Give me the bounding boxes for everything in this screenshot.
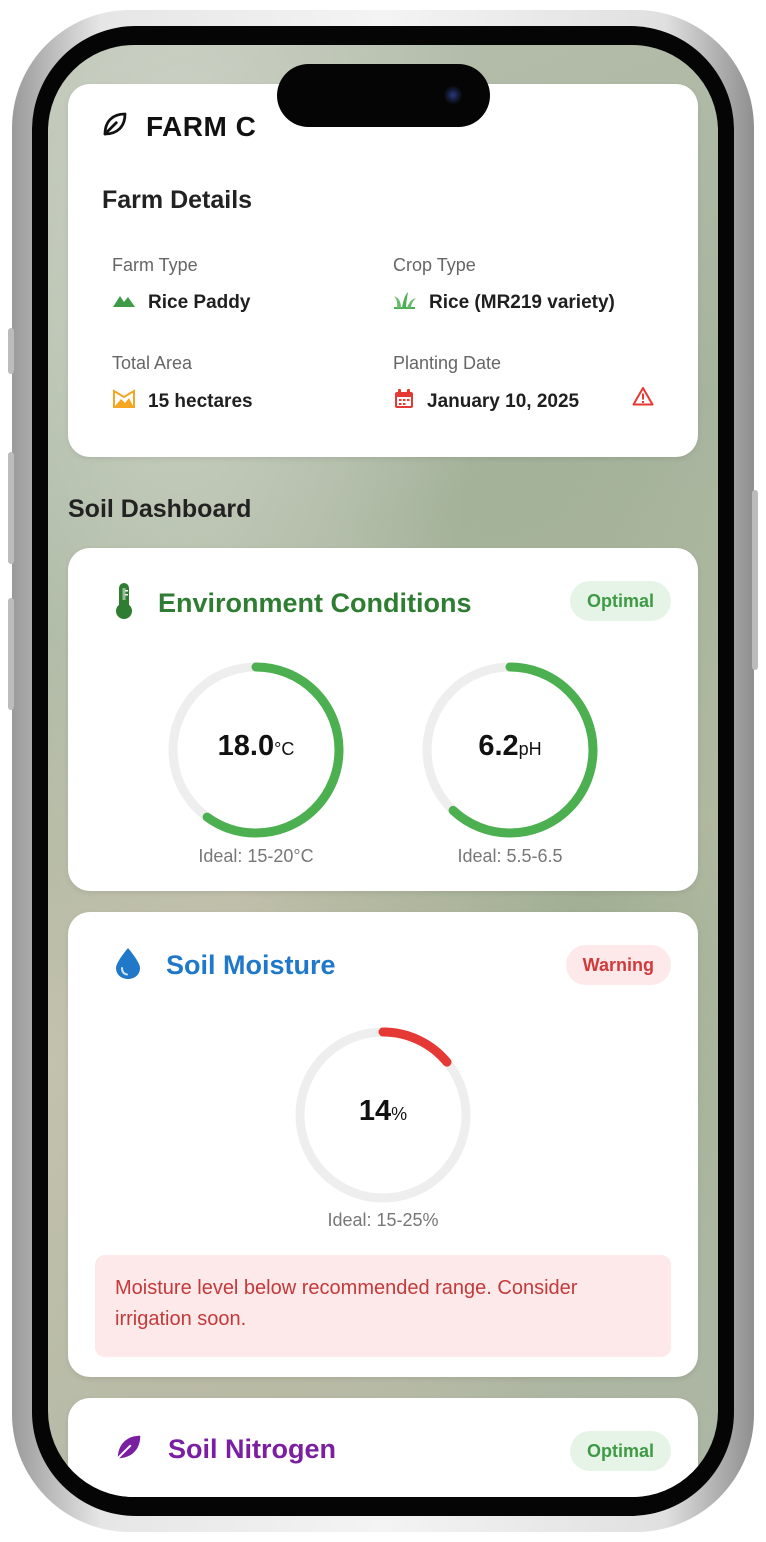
moisture-unit: % (391, 1104, 408, 1124)
temperature-ideal: Ideal: 15-20°C (198, 846, 314, 866)
planting-date-detail: Planting Date January 10, 2025 (393, 353, 579, 416)
soil-nitrogen-card[interactable]: Soil Nitrogen Optimal (68, 1398, 698, 1497)
temperature-gauge: 18.0°C (166, 660, 346, 840)
temperature-number: 18.0 (217, 730, 275, 762)
farm-header: FARM C (100, 109, 256, 144)
temperature-unit: °C (274, 739, 295, 759)
environment-title: Environment Conditions (158, 588, 472, 618)
total-area-label: Total Area (112, 353, 193, 373)
moisture-alert: Moisture level below recommended range. … (95, 1255, 671, 1357)
planting-date-value-row: January 10, 2025 (393, 388, 579, 416)
leaf-icon (114, 1432, 144, 1467)
environment-status-badge: Optimal (569, 581, 671, 621)
volume-down-button (8, 598, 14, 710)
environment-header: Environment Conditions (114, 582, 472, 625)
moisture-number: 14 (358, 1095, 392, 1127)
crop-type-value: Rice (MR219 variety) (429, 292, 615, 313)
crop-type-value-row: Rice (MR219 variety) (393, 290, 615, 316)
crop-type-label: Crop Type (393, 255, 476, 275)
action-button (8, 328, 14, 374)
moisture-header: Soil Moisture (114, 946, 336, 985)
ph-gauge: 6.2pH (420, 660, 600, 840)
calendar-icon (393, 388, 427, 416)
soil-dashboard-title: Soil Dashboard (68, 495, 252, 523)
soil-moisture-card[interactable]: Soil Moisture Warning 14% Ideal: 15-25% … (68, 912, 698, 1377)
app-screen: FARM C Farm Details Farm Type Rice Paddy… (48, 45, 718, 1497)
ph-number: 6.2 (478, 730, 519, 762)
farm-type-value-row: Rice Paddy (112, 290, 250, 316)
water-drop-icon (114, 946, 142, 985)
warning-triangle-icon[interactable] (632, 386, 654, 411)
planting-date-label: Planting Date (393, 353, 502, 373)
landscape-icon (112, 388, 148, 416)
ph-value: 6.2pH (420, 730, 600, 763)
thermometer-icon (114, 582, 134, 625)
moisture-title: Soil Moisture (166, 950, 336, 980)
farm-type-label: Farm Type (112, 255, 198, 275)
ph-unit: pH (518, 739, 542, 759)
moisture-status-badge: Warning (565, 945, 671, 985)
dynamic-island (277, 64, 490, 127)
environment-conditions-card[interactable]: Environment Conditions Optimal 18.0°C Id… (68, 548, 698, 891)
moisture-gauge: 14% (293, 1025, 473, 1205)
total-area-value-row: 15 hectares (112, 388, 253, 416)
total-area-detail: Total Area 15 hectares (112, 353, 253, 416)
moisture-value: 14% (293, 1095, 473, 1128)
farm-type-value: Rice Paddy (148, 292, 251, 313)
volume-up-button (8, 452, 14, 564)
farm-details-card: FARM C Farm Details Farm Type Rice Paddy… (68, 84, 698, 457)
temperature-value: 18.0°C (166, 730, 346, 763)
grass-icon (393, 290, 429, 316)
farm-type-detail: Farm Type Rice Paddy (112, 255, 250, 316)
nitrogen-status-badge: Optimal (569, 1431, 671, 1471)
terrain-icon (112, 290, 148, 316)
farm-details-title: Farm Details (102, 186, 253, 214)
camera-icon (444, 86, 462, 104)
nitrogen-header: Soil Nitrogen (114, 1432, 336, 1467)
ph-ideal: Ideal: 5.5-6.5 (457, 846, 563, 866)
crop-type-detail: Crop Type Rice (MR219 variety) (393, 255, 615, 316)
moisture-ideal: Ideal: 15-25% (327, 1210, 439, 1230)
planting-date-value: January 10, 2025 (427, 391, 580, 412)
total-area-value: 15 hectares (148, 391, 253, 412)
power-button (752, 490, 758, 670)
farm-name: FARM C (146, 110, 257, 142)
leaf-outline-icon (100, 109, 130, 144)
nitrogen-title: Soil Nitrogen (168, 1434, 336, 1464)
